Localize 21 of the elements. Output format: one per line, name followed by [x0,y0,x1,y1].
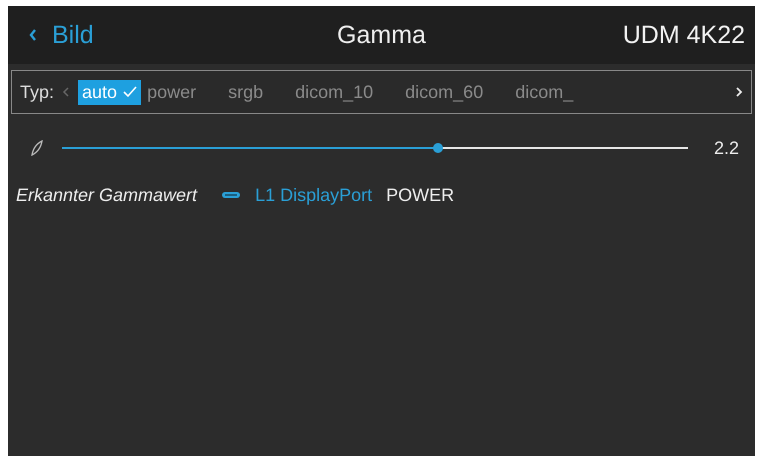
type-option[interactable]: dicom_ [511,80,578,104]
detected-gamma-value: POWER [386,184,454,206]
screen-title: Gamma [337,20,426,50]
type-option[interactable]: auto [78,80,142,104]
type-option[interactable]: dicom_10 [291,80,378,104]
detected-gamma-label: Erkannter Gammawert [16,184,198,206]
slider-thumb[interactable] [432,143,443,153]
back-button[interactable]: Bild [28,20,94,50]
port-icon [221,191,242,199]
check-icon [123,86,138,98]
type-option[interactable]: srgb [224,80,268,104]
back-chevron-icon [28,28,38,42]
input-source: L1 DisplayPort [255,184,372,206]
type-option[interactable]: power [143,80,200,104]
feather-icon [30,140,44,156]
left-chevron-icon[interactable] [62,86,70,98]
type-option[interactable]: dicom_60 [401,80,488,104]
type-label: Typ: [20,82,54,102]
right-chevron-icon[interactable] [735,86,743,98]
slider-value: 2.2 [714,138,739,158]
device-name: UDM 4K22 [622,20,745,50]
